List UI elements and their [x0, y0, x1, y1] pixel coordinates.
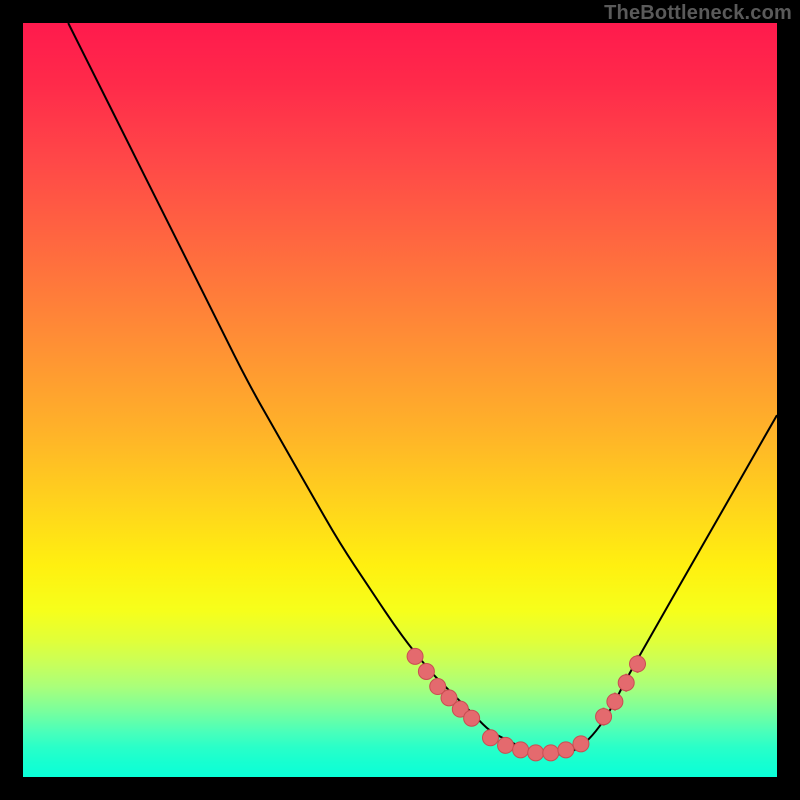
watermark-text: TheBottleneck.com [604, 2, 792, 25]
marker-dot [596, 709, 612, 725]
marker-dot [407, 648, 423, 664]
marker-dot [618, 675, 634, 691]
marker-dot [418, 663, 434, 679]
marker-cluster-left [407, 648, 480, 726]
marker-dot [498, 737, 514, 753]
marker-dot [573, 736, 589, 752]
marker-dot [482, 730, 498, 746]
bottleneck-curve [68, 23, 777, 754]
marker-cluster-valley [482, 730, 588, 761]
marker-dot [543, 745, 559, 761]
chart-frame: TheBottleneck.com [0, 0, 800, 800]
marker-dot [630, 656, 646, 672]
marker-dot [607, 694, 623, 710]
marker-dot [513, 742, 529, 758]
marker-dot [558, 742, 574, 758]
marker-dot [464, 710, 480, 726]
plot-area [23, 23, 777, 777]
marker-dot [528, 745, 544, 761]
chart-overlay [23, 23, 777, 777]
